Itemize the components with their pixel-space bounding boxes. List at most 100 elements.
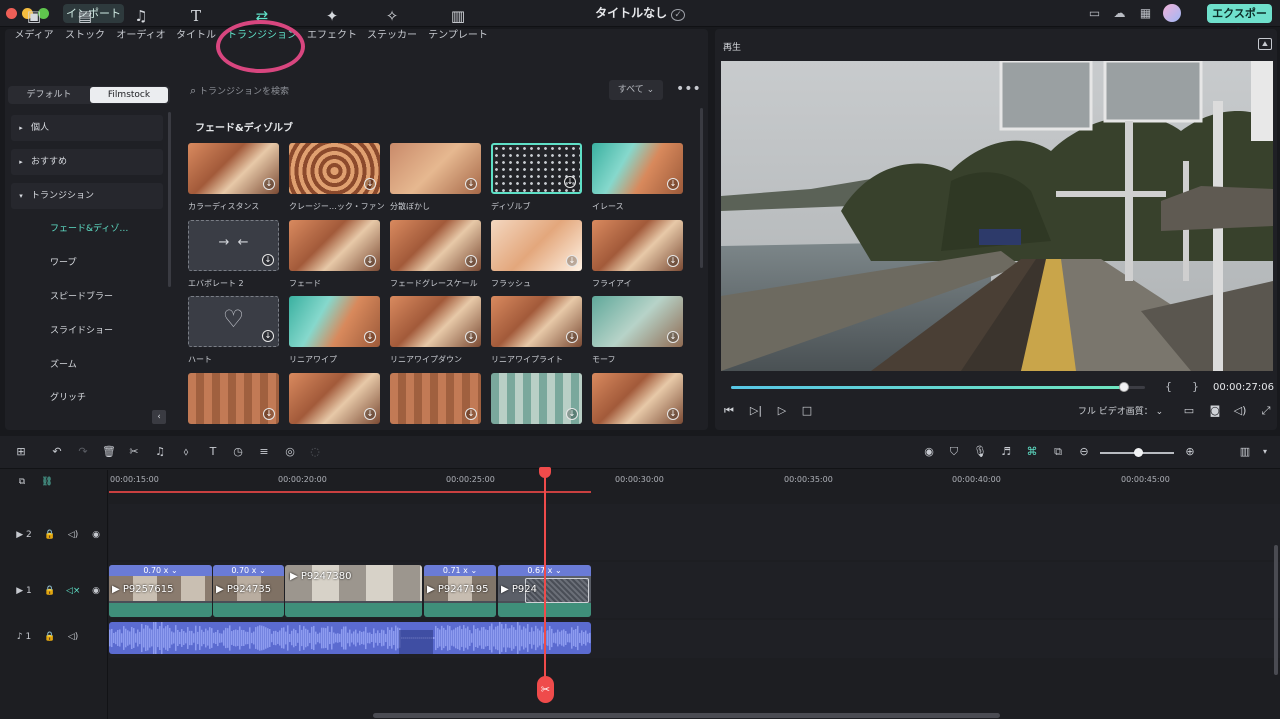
sidebar-group-personal[interactable]: ▸ 個人 — [11, 115, 163, 141]
video-track-2[interactable] — [109, 504, 1280, 560]
transition-tile[interactable]: ↓ — [390, 220, 481, 271]
download-icon[interactable]: ↓ — [364, 255, 376, 267]
volume-icon[interactable]: ◁) — [1232, 403, 1248, 419]
export-button[interactable]: エクスポート — [1207, 4, 1272, 39]
cloud-upload-icon[interactable]: ☁ — [1112, 6, 1127, 21]
sidebar-item-slideshow[interactable]: スライドショー — [11, 318, 163, 344]
undo-icon[interactable]: ↶ — [49, 444, 65, 460]
lock-icon[interactable]: 🔒 — [43, 630, 57, 644]
sidebar-item-glitch[interactable]: グリッチ — [11, 385, 163, 411]
caret-down-icon[interactable]: ▾ — [1257, 444, 1273, 460]
ai-tool-icon[interactable]: ◌ — [307, 444, 323, 460]
frame-back-icon[interactable]: ▷| — [748, 403, 764, 419]
sidebar-item-fade-dissolve[interactable]: フェード&ディゾ… — [11, 216, 163, 242]
sidebar-item-zoom[interactable]: ズーム — [11, 352, 163, 378]
snap-icon[interactable]: ⌘ — [1024, 444, 1040, 460]
collapse-sidebar-icon[interactable]: ‹ — [152, 410, 166, 424]
grid-apps-icon[interactable]: ▦ — [1138, 6, 1153, 21]
render-icon[interactable]: ◉ — [921, 444, 937, 460]
tab-filmstock[interactable]: Filmstock — [90, 87, 168, 103]
download-icon[interactable]: ↓ — [566, 255, 578, 267]
transition-tile[interactable]: → ← ↓ — [188, 220, 279, 271]
eye-icon[interactable]: ◉ — [89, 584, 103, 598]
transition-tile[interactable]: ↓ — [592, 143, 683, 194]
audio-tool-icon[interactable]: ♫ — [152, 444, 168, 460]
transition-tile[interactable]: ↓ — [592, 296, 683, 347]
split-at-playhead-icon[interactable]: ✂ — [537, 676, 554, 703]
link-icon[interactable]: ⛓ — [40, 475, 54, 489]
tag-icon[interactable]: ⬨ — [178, 444, 194, 460]
video-clip[interactable]: 0.71 x ⌄ ▶ P9247195 — [424, 565, 496, 617]
transition-tile[interactable]: ↓ — [491, 220, 582, 271]
download-icon[interactable]: ↓ — [262, 254, 274, 266]
transition-tile[interactable]: ↓ — [390, 373, 481, 424]
download-icon[interactable]: ↓ — [263, 408, 275, 420]
search-field[interactable]: ⌕ トランジションを検索 — [190, 82, 450, 100]
download-icon[interactable]: ↓ — [364, 178, 376, 190]
grid-scrollbar[interactable] — [700, 108, 703, 268]
zoom-out-icon[interactable]: ⊖ — [1076, 444, 1092, 460]
audio-clip[interactable] — [109, 622, 591, 654]
download-icon[interactable]: ↓ — [564, 176, 576, 188]
quality-dropdown[interactable]: フル ビデオ画質： ⌄ — [1067, 403, 1174, 421]
transition-tile[interactable]: ↓ — [592, 373, 683, 424]
transition-tile[interactable]: ↓ — [390, 143, 481, 194]
transition-tile[interactable]: ↓ — [289, 220, 380, 271]
camera-icon[interactable]: ◙ — [1207, 403, 1223, 419]
transition-tile[interactable]: ↓ — [289, 143, 380, 194]
avatar[interactable] — [1163, 4, 1181, 22]
download-icon[interactable]: ↓ — [364, 408, 376, 420]
mark-out-icon[interactable]: } — [1192, 380, 1199, 393]
transition-tile[interactable]: ↓ — [592, 220, 683, 271]
download-icon[interactable]: ↓ — [667, 408, 679, 420]
video-clip[interactable]: 0.70 x ⌄ ▶ P924735 — [213, 565, 284, 617]
timeline-horizontal-scrollbar[interactable] — [373, 713, 1000, 718]
transition-tile[interactable]: ↓ — [390, 296, 481, 347]
delete-icon[interactable]: 🗑 — [101, 444, 117, 460]
video-preview[interactable] — [721, 61, 1273, 371]
transition-tile[interactable]: ↓ — [188, 143, 279, 194]
tab-audio[interactable]: ♫ オーディオ — [112, 6, 170, 46]
tab-stock[interactable]: ▤ ストック — [61, 6, 109, 46]
download-icon[interactable]: ↓ — [667, 255, 679, 267]
speaker-muted-icon[interactable]: ◁× — [66, 584, 80, 598]
sidebar-item-warp[interactable]: ワープ — [11, 250, 163, 276]
download-icon[interactable]: ↓ — [465, 255, 477, 267]
pip-icon[interactable]: ⧉ — [1050, 444, 1066, 460]
download-icon[interactable]: ↓ — [667, 178, 679, 190]
fullscreen-icon[interactable]: ⤢ — [1258, 403, 1274, 419]
download-icon[interactable]: ↓ — [263, 178, 275, 190]
display-icon[interactable]: ▭ — [1181, 403, 1197, 419]
text-tool-icon[interactable]: T — [205, 444, 221, 460]
sidebar-scrollbar[interactable] — [168, 112, 171, 287]
transition-tile[interactable]: ↓ — [289, 296, 380, 347]
tab-title[interactable]: T タイトル — [174, 6, 218, 46]
playback-progress-bar[interactable] — [731, 382, 1145, 392]
zoom-in-icon[interactable]: ⊕ — [1182, 444, 1198, 460]
transition-tile[interactable]: ↓ — [491, 296, 582, 347]
monitor-icon[interactable]: ▭ — [1087, 6, 1102, 21]
download-icon[interactable]: ↓ — [566, 331, 578, 343]
video-clip[interactable]: 0.70 x ⌄ ▶ P9257615 — [109, 565, 212, 617]
video-clip[interactable]: ▶ P9247380 — [285, 565, 422, 617]
playhead[interactable] — [544, 470, 546, 700]
transition-tile[interactable]: ↓ — [188, 373, 279, 424]
step-back-icon[interactable]: ⏮ — [721, 403, 737, 419]
transition-tile[interactable]: ↓ — [491, 373, 582, 424]
tab-effect[interactable]: ✦ エフェクト — [304, 6, 360, 46]
speaker-icon[interactable]: ◁) — [66, 630, 80, 644]
speaker-icon[interactable]: ◁) — [66, 528, 80, 542]
microphone-icon[interactable]: 🎙 — [972, 444, 988, 460]
timeline-zoom-knob[interactable] — [1134, 448, 1143, 457]
sidebar-group-recommended[interactable]: ▸ おすすめ — [11, 149, 163, 175]
audio-mix-icon[interactable]: ♬ — [998, 444, 1014, 460]
download-icon[interactable]: ↓ — [465, 408, 477, 420]
eye-icon[interactable]: ◉ — [89, 528, 103, 542]
color-match-icon[interactable]: ◎ — [282, 444, 298, 460]
stop-icon[interactable]: □ — [799, 403, 815, 419]
track-view-icon[interactable]: ▥ — [1237, 444, 1253, 460]
adjust-icon[interactable]: ≡ — [256, 444, 272, 460]
image-snapshot-icon[interactable]: ⛰ — [1258, 38, 1272, 50]
transition-tile[interactable]: ↓ — [491, 143, 582, 194]
add-track-icon[interactable]: ⧉ — [15, 475, 29, 489]
